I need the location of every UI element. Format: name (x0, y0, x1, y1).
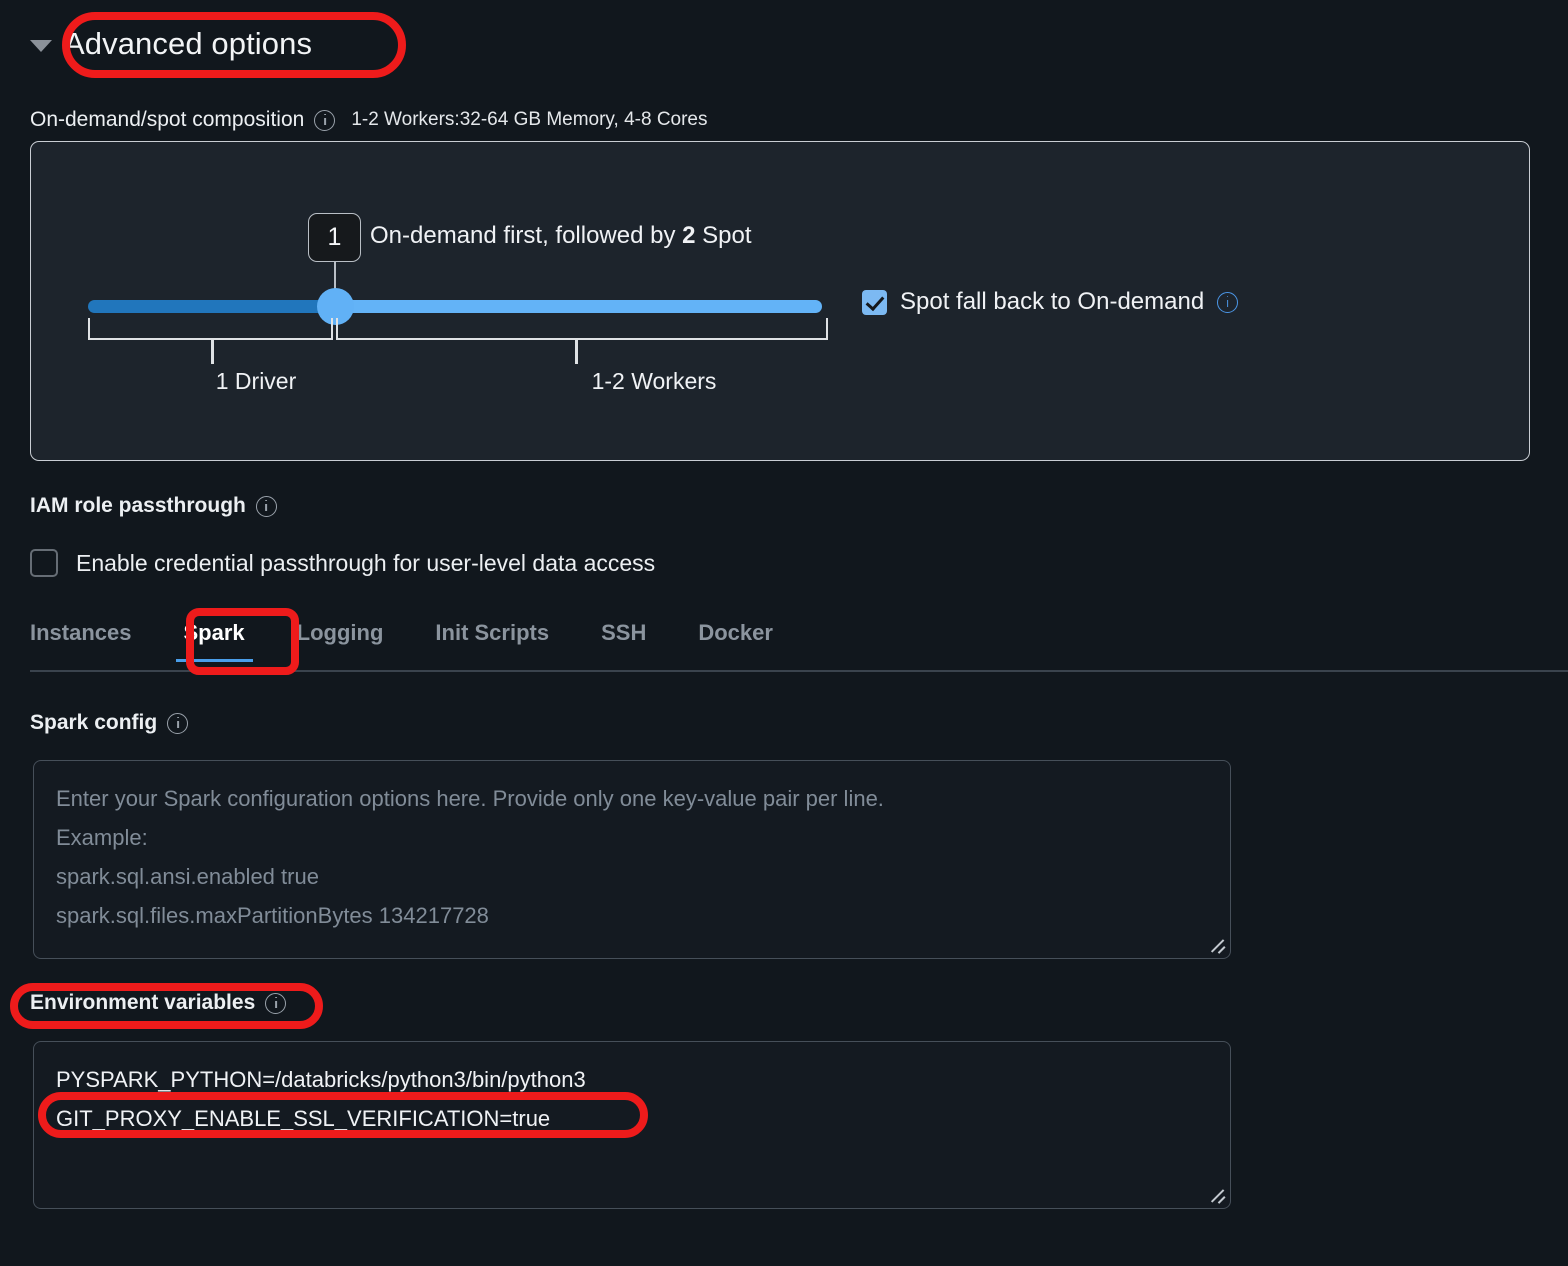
spark-config-label-row: Spark config (30, 711, 189, 735)
iam-label: IAM role passthrough (30, 494, 246, 517)
spark-config-placeholder-line: Enter your Spark configuration options h… (56, 786, 884, 811)
chevron-down-icon[interactable] (30, 40, 52, 52)
callout-suffix: Spot (695, 222, 752, 249)
environment-variables-label: Environment variables (30, 991, 256, 1014)
spark-config-placeholder-line: Example: (56, 825, 148, 850)
composition-label: On-demand/spot composition (30, 108, 305, 131)
spark-config-placeholder-line: spark.sql.files.maxPartitionBytes 134217… (56, 903, 489, 928)
composition-label-row: On-demand/spot composition 1-2 Workers:3… (30, 108, 708, 132)
spot-fallback-label: Spot fall back to On-demand (900, 288, 1205, 315)
workers-bracket-label: 1-2 Workers (591, 368, 717, 394)
environment-variables-textarea[interactable]: PYSPARK_PYTHON=/databricks/python3/bin/p… (33, 1041, 1231, 1209)
environment-variables-label-row: Environment variables (30, 991, 287, 1015)
spark-config-textarea[interactable]: Enter your Spark configuration options h… (33, 760, 1231, 959)
info-icon[interactable] (314, 109, 336, 131)
composition-summary: 1-2 Workers:32-64 GB Memory, 4-8 Cores (351, 109, 708, 130)
config-tabs: Instances Spark Logging Init Scripts SSH… (30, 620, 799, 662)
advanced-options-title: Advanced options (64, 26, 313, 61)
workers-bracket (336, 318, 828, 340)
spot-fallback-row[interactable]: Spot fall back to On-demand (862, 288, 1239, 316)
spark-config-placeholder-line: spark.sql.ansi.enabled true (56, 864, 319, 889)
tab-logging[interactable]: Logging (271, 620, 410, 662)
resize-handle-icon[interactable] (1209, 938, 1226, 954)
info-icon[interactable] (1217, 291, 1239, 313)
iam-checkbox-row[interactable]: Enable credential passthrough for user-l… (30, 549, 655, 577)
spark-config-label: Spark config (30, 711, 158, 734)
slider-callout-text: On-demand first, followed by 2 Spot (370, 222, 752, 250)
tab-instances[interactable]: Instances (30, 620, 158, 662)
tabs-divider (30, 670, 1568, 672)
driver-bracket (88, 318, 333, 340)
driver-bracket-label: 1 Driver (215, 368, 297, 394)
iam-checkbox-label: Enable credential passthrough for user-l… (76, 549, 656, 576)
slider-track-filled[interactable] (88, 300, 338, 313)
iam-passthrough-checkbox[interactable] (30, 549, 58, 577)
callout-count: 2 (682, 222, 696, 249)
info-icon[interactable] (265, 992, 287, 1014)
advanced-options-header[interactable]: Advanced options (30, 20, 312, 68)
spot-fallback-checkbox[interactable] (862, 289, 887, 315)
tab-init-scripts[interactable]: Init Scripts (409, 620, 575, 662)
tab-docker[interactable]: Docker (672, 620, 799, 662)
env-var-line: PYSPARK_PYTHON=/databricks/python3/bin/p… (56, 1067, 586, 1092)
callout-prefix: On-demand first, followed by (370, 222, 683, 249)
info-icon[interactable] (167, 712, 189, 734)
tab-spark[interactable]: Spark (158, 620, 271, 662)
driver-bracket-tick (211, 340, 214, 364)
tab-ssh[interactable]: SSH (575, 620, 672, 662)
info-icon[interactable] (255, 495, 277, 517)
resize-handle-icon[interactable] (1209, 1188, 1226, 1204)
slider-value-badge: 1 (308, 213, 361, 262)
iam-label-row: IAM role passthrough (30, 494, 277, 518)
workers-bracket-tick (575, 340, 578, 364)
git-proxy-env-line: GIT_PROXY_ENABLE_SSL_VERIFICATION=true (56, 1106, 551, 1131)
slider-track-remaining[interactable] (334, 300, 822, 313)
